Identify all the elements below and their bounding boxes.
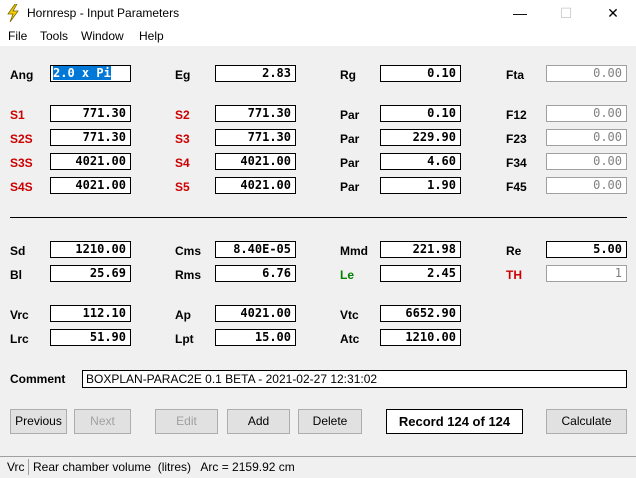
label-eg: Eg (175, 68, 191, 82)
field-atc[interactable]: 1210.00 (380, 329, 461, 346)
field-bl[interactable]: 25.69 (50, 265, 131, 282)
label-vtc: Vtc (340, 308, 359, 322)
label-s3: S3 (175, 132, 190, 146)
label-f12: F12 (506, 108, 527, 122)
label-th: TH (506, 268, 522, 282)
field-rms[interactable]: 6.76 (215, 265, 296, 282)
field-s4s[interactable]: 4021.00 (50, 177, 131, 194)
add-button[interactable]: Add (227, 409, 290, 434)
label-rms: Rms (175, 268, 202, 282)
field-s4[interactable]: 4021.00 (215, 153, 296, 170)
label-par-3: Par (340, 156, 360, 170)
label-ang: Ang (10, 68, 34, 82)
field-vrc[interactable]: 112.10 (50, 305, 131, 322)
field-s3s[interactable]: 4021.00 (50, 153, 131, 170)
label-s2s: S2S (10, 132, 33, 146)
label-s1: S1 (10, 108, 25, 122)
label-bl: Bl (10, 268, 22, 282)
edit-button[interactable]: Edit (155, 409, 218, 434)
field-f45[interactable]: 0.00 (546, 177, 627, 194)
field-mmd[interactable]: 221.98 (380, 241, 461, 258)
field-re[interactable]: 5.00 (546, 241, 627, 258)
field-par-2[interactable]: 229.90 (380, 129, 461, 146)
label-par-2: Par (340, 132, 360, 146)
label-rg: Rg (340, 68, 356, 82)
label-lrc: Lrc (10, 332, 29, 346)
delete-button[interactable]: Delete (298, 409, 362, 434)
label-re: Re (506, 244, 522, 258)
field-eg[interactable]: 2.83 (215, 65, 296, 82)
maximize-button[interactable]: ☐ (543, 0, 589, 27)
field-fta[interactable]: 0.00 (546, 65, 627, 82)
label-f23: F23 (506, 132, 527, 146)
field-cms[interactable]: 8.40E-05 (215, 241, 296, 258)
previous-button[interactable]: Previous (10, 409, 67, 434)
label-cms: Cms (175, 244, 202, 258)
label-vrc: Vrc (10, 308, 29, 322)
field-rg[interactable]: 0.10 (380, 65, 461, 82)
label-ap: Ap (175, 308, 191, 322)
field-f12[interactable]: 0.00 (546, 105, 627, 122)
field-s2s[interactable]: 771.30 (50, 129, 131, 146)
status-separator (28, 459, 29, 475)
label-s2: S2 (175, 108, 190, 122)
minimize-button[interactable]: — (497, 0, 543, 27)
field-f23[interactable]: 0.00 (546, 129, 627, 146)
field-par-3[interactable]: 4.60 (380, 153, 461, 170)
status-bar: Vrc Rear chamber volume (litres) Arc = 2… (0, 456, 636, 478)
field-ang[interactable]: 2.0 x Pi (50, 65, 131, 82)
close-button[interactable]: ✕ (590, 0, 636, 27)
label-atc: Atc (340, 332, 360, 346)
field-s1[interactable]: 771.30 (50, 105, 131, 122)
status-description: Rear chamber volume (litres) Arc = 2159.… (33, 460, 295, 474)
label-s4: S4 (175, 156, 190, 170)
field-le[interactable]: 2.45 (380, 265, 461, 282)
field-lpt[interactable]: 15.00 (215, 329, 296, 346)
field-par-4[interactable]: 1.90 (380, 177, 461, 194)
field-s2[interactable]: 771.30 (215, 105, 296, 122)
menu-help[interactable]: Help (139, 29, 164, 43)
label-fta: Fta (506, 68, 524, 82)
section-divider (10, 217, 627, 218)
field-vtc[interactable]: 6652.90 (380, 305, 461, 322)
field-sd[interactable]: 1210.00 (50, 241, 131, 258)
menu-window[interactable]: Window (81, 29, 124, 43)
field-s3[interactable]: 771.30 (215, 129, 296, 146)
field-lrc[interactable]: 51.90 (50, 329, 131, 346)
status-field: Vrc (7, 460, 25, 474)
label-f34: F34 (506, 156, 527, 170)
menu-file[interactable]: File (8, 29, 27, 43)
field-par-1[interactable]: 0.10 (380, 105, 461, 122)
comment-field[interactable]: BOXPLAN-PARAC2E 0.1 BETA - 2021-02-27 12… (82, 370, 627, 388)
label-s3s: S3S (10, 156, 33, 170)
record-indicator: Record 124 of 124 (386, 409, 523, 434)
field-th[interactable]: 1 (546, 265, 627, 282)
label-lpt: Lpt (175, 332, 194, 346)
window-title: Hornresp - Input Parameters (27, 6, 180, 20)
next-button[interactable]: Next (74, 409, 131, 434)
field-ap[interactable]: 4021.00 (215, 305, 296, 322)
label-s5: S5 (175, 180, 190, 194)
label-mmd: Mmd (340, 244, 368, 258)
label-f45: F45 (506, 180, 527, 194)
menu-bar: File Tools Window Help (0, 27, 636, 46)
label-comment: Comment (10, 372, 66, 386)
field-s5[interactable]: 4021.00 (215, 177, 296, 194)
label-sd: Sd (10, 244, 26, 258)
field-ang-value: 2.0 x Pi (53, 66, 111, 80)
label-s4s: S4S (10, 180, 33, 194)
lightning-icon (7, 4, 19, 22)
title-bar: Hornresp - Input Parameters — ☐ ✕ (0, 0, 636, 27)
calculate-button[interactable]: Calculate (546, 409, 627, 434)
label-par-1: Par (340, 108, 360, 122)
field-f34[interactable]: 0.00 (546, 153, 627, 170)
menu-tools[interactable]: Tools (40, 29, 68, 43)
label-le: Le (340, 268, 355, 282)
label-par-4: Par (340, 180, 360, 194)
